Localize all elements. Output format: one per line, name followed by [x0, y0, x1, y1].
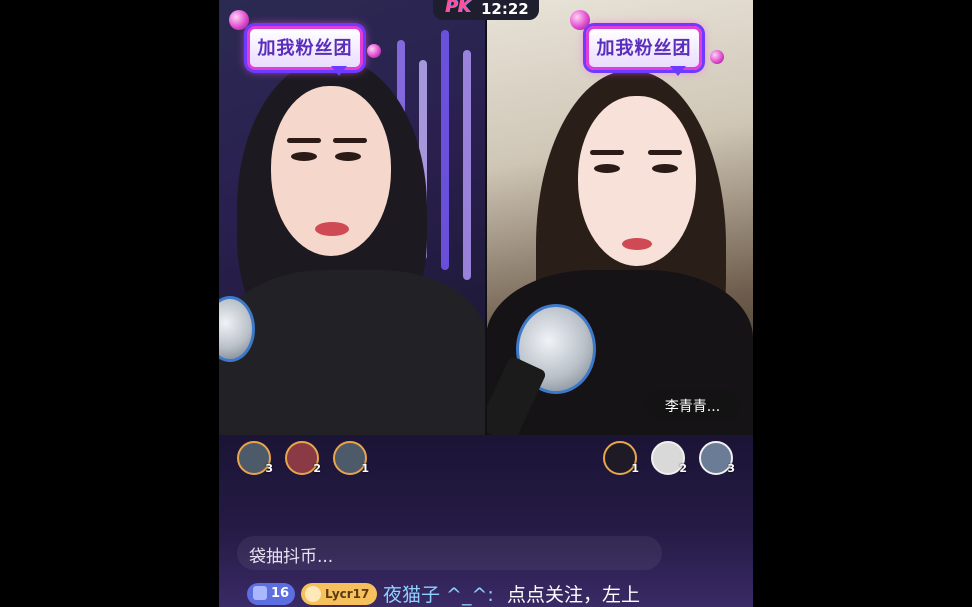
left-anchor-video[interactable]: 加我粉丝团 [219, 0, 486, 435]
disco-ball-icon [229, 10, 249, 30]
anchor-eye [335, 152, 361, 161]
fan-club-tag: Lycr17 [301, 583, 377, 605]
ranking-avatar[interactable]: 3 [699, 441, 735, 475]
level-icon [253, 586, 267, 600]
rank-number: 3 [727, 462, 735, 475]
ranking-avatar[interactable]: 2 [285, 441, 321, 475]
user-level-badge: 16 [247, 583, 295, 605]
chat-message-text: 袋抽抖币... [249, 547, 334, 567]
rank-number: 3 [265, 462, 273, 475]
anchor-name-tag[interactable]: 李青青... [645, 390, 740, 421]
anchor-eye [291, 152, 317, 161]
pk-logo: PK [445, 0, 471, 17]
anchor-eye [594, 164, 620, 173]
anchor-brow [648, 150, 682, 155]
anchor-lips [315, 222, 349, 236]
fan-club-badge[interactable]: 加我粉丝团 [247, 26, 363, 76]
ranking-avatar[interactable]: 1 [333, 441, 369, 475]
rank-number: 2 [313, 462, 321, 475]
fan-club-badge-label: 加我粉丝团 [257, 38, 353, 59]
pk-status-bar: PK 12:22 [433, 0, 539, 20]
stage-light [463, 50, 471, 280]
anchor-brow [590, 150, 624, 155]
anchor-lips [622, 238, 652, 250]
user-level: 16 [271, 586, 290, 601]
ranking-avatar[interactable]: 2 [651, 441, 687, 475]
fan-club-badge-tail [331, 66, 347, 76]
anchor-brow [333, 138, 367, 143]
rank-number: 2 [679, 462, 687, 475]
chat-username[interactable]: 夜猫子 ^_^: [383, 580, 494, 607]
panel-divider [485, 0, 487, 435]
stage-light [441, 30, 449, 270]
fan-club-badge[interactable]: 加我粉丝团 [586, 26, 702, 76]
chat-message: 袋抽抖币... [237, 536, 662, 570]
chat-message-text: 点点关注，左上 [507, 584, 641, 606]
right-anchor-video[interactable]: 加我粉丝团 [486, 0, 753, 435]
fan-club-badge-tail [670, 66, 686, 76]
fan-club-badge-label: 加我粉丝团 [596, 38, 692, 59]
anchor-eye [652, 164, 678, 173]
disco-ball-icon [710, 50, 724, 64]
live-pk-stage: 加我粉丝团 加我粉丝团 PK 12:22 李青青... 3 2 1 1 2 3 … [219, 0, 753, 607]
anchor-shirt [219, 270, 486, 435]
status-time: 12:22 [481, 0, 529, 18]
disco-ball-icon [367, 44, 381, 58]
ranking-avatar[interactable]: 3 [237, 441, 273, 475]
anchor-brow [287, 138, 321, 143]
ranking-avatar[interactable]: 1 [603, 441, 639, 475]
rank-number: 1 [631, 462, 639, 475]
disco-ball-icon [570, 10, 590, 30]
fan-club-name: Lycr17 [325, 587, 370, 601]
fan-club-icon [305, 586, 321, 602]
rank-number: 1 [361, 462, 369, 475]
